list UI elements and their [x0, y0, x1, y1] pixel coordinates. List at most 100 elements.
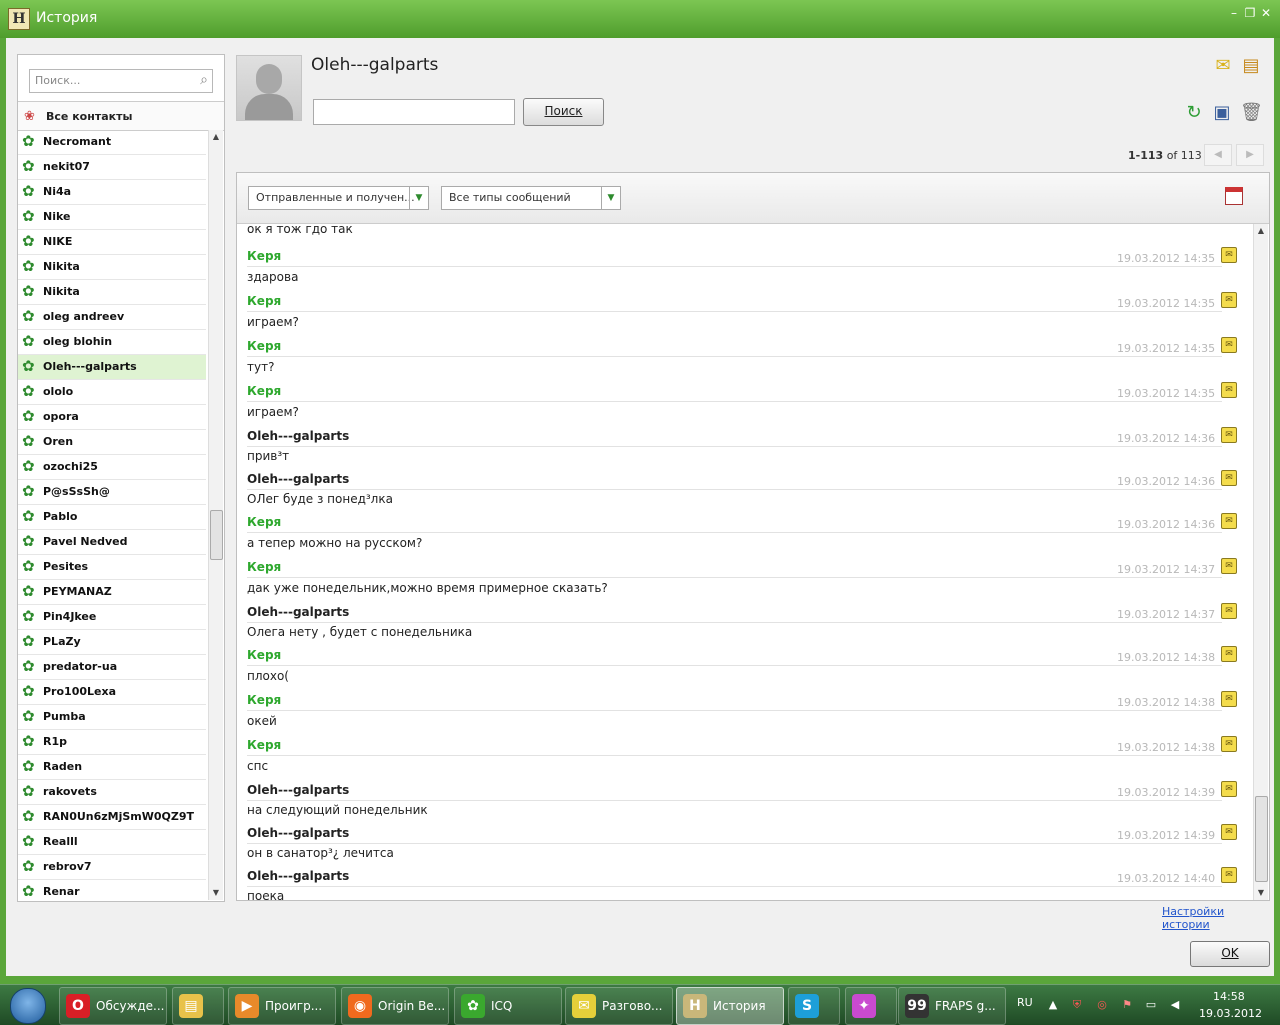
taskbar-item[interactable]: ✉ Разгово... — [565, 987, 673, 1025]
scroll-down-icon[interactable]: ▼ — [1254, 886, 1268, 900]
icq-status-icon: ✿ — [22, 882, 35, 900]
start-button[interactable] — [2, 985, 52, 1025]
contact-item[interactable]: ✿ opora — [18, 405, 206, 430]
contact-item[interactable]: ✿ Pavel Nedved — [18, 530, 206, 555]
prev-page-icon[interactable]: ◀ — [1204, 144, 1232, 166]
contact-card-icon[interactable]: ✉ — [1212, 56, 1234, 76]
contact-item[interactable]: ✿ Renar — [18, 880, 206, 900]
search-button[interactable]: Поиск — [523, 98, 604, 126]
next-page-icon[interactable]: ▶ — [1236, 144, 1264, 166]
contact-item[interactable]: ✿ Nike — [18, 205, 206, 230]
contact-item[interactable]: ✿ predator-ua — [18, 655, 206, 680]
volume-icon[interactable]: ◀ — [1168, 998, 1182, 1012]
contact-name: Necromant — [43, 135, 112, 148]
contact-item[interactable]: ✿ ozochi25 — [18, 455, 206, 480]
chevron-down-icon[interactable]: ▼ — [409, 187, 428, 209]
scroll-up-icon[interactable]: ▲ — [1254, 224, 1268, 238]
taskbar-item[interactable]: S — [788, 987, 840, 1025]
contact-item[interactable]: ✿ Oleh---galparts — [18, 355, 206, 380]
contact-item[interactable]: ✿ PLaZy — [18, 630, 206, 655]
contact-item[interactable]: ✿ RAN0Un6zMjSmW0QZ9T — [18, 805, 206, 830]
search-icon[interactable]: ⌕ — [200, 72, 208, 88]
message-author: Керя — [247, 648, 282, 662]
taskbar-item[interactable]: ◉ Origin Be... — [341, 987, 449, 1025]
type-filter-select[interactable]: Все типы сообщений ▼ — [441, 186, 621, 210]
contact-item[interactable]: ✿ Pumba — [18, 705, 206, 730]
contact-item[interactable]: ✿ Necromant — [18, 130, 206, 155]
contact-item[interactable]: ✿ R1p — [18, 730, 206, 755]
contact-name: nekit07 — [43, 160, 90, 173]
scroll-down-icon[interactable]: ▼ — [209, 886, 223, 900]
contact-item[interactable]: ✿ oleg andreev — [18, 305, 206, 330]
icq-status-icon: ✿ — [22, 857, 35, 875]
messages-scrollbar[interactable]: ▲ ▼ — [1253, 224, 1268, 900]
scroll-thumb[interactable] — [1255, 796, 1268, 882]
contact-item[interactable]: ✿ Pablo — [18, 505, 206, 530]
contact-item[interactable]: ✿ Nikita — [18, 280, 206, 305]
contact-item[interactable]: ✿ rakovets — [18, 780, 206, 805]
opera-tray-icon[interactable]: ◎ — [1095, 998, 1109, 1012]
message-type-icon: ✉ — [1221, 781, 1237, 797]
network-status-icon[interactable]: ⚑ — [1120, 998, 1134, 1012]
message-author: Oleh---galparts — [247, 429, 350, 443]
calendar-icon[interactable] — [1225, 187, 1243, 205]
message-type-icon: ✉ — [1221, 646, 1237, 662]
contact-name: Pin4Jkee — [43, 610, 97, 623]
taskbar-item[interactable]: ✦ — [845, 987, 897, 1025]
all-contacts-label: Все контакты — [46, 110, 133, 123]
contact-item[interactable]: ✿ Raden — [18, 755, 206, 780]
taskbar-item[interactable]: H История — [676, 987, 784, 1025]
contact-item[interactable]: ✿ Nikita — [18, 255, 206, 280]
taskbar-item[interactable]: ▶ Проигр... — [228, 987, 336, 1025]
taskbar-item[interactable]: O Обсужде... — [59, 987, 167, 1025]
contact-item[interactable]: ✿ Pin4Jkee — [18, 605, 206, 630]
security-icon[interactable]: ⛨ — [1070, 998, 1084, 1012]
refresh-icon[interactable]: ↻ — [1183, 103, 1205, 123]
contact-item[interactable]: ✿ P@sSsSh@ — [18, 480, 206, 505]
contact-item[interactable]: ✿ oleg blohin — [18, 330, 206, 355]
contact-name: rakovets — [43, 785, 97, 798]
taskbar-item[interactable]: ▤ — [172, 987, 224, 1025]
clock-date[interactable]: 19.03.2012 — [1199, 1007, 1262, 1020]
contact-item[interactable]: ✿ rebrov7 — [18, 855, 206, 880]
history-search-input[interactable] — [313, 99, 515, 125]
contact-name: Pablo — [43, 510, 78, 523]
monitor-icon[interactable]: ▭ — [1144, 998, 1158, 1012]
scroll-up-icon[interactable]: ▲ — [209, 130, 223, 144]
contact-item[interactable]: ✿ NIKE — [18, 230, 206, 255]
profile-card-icon[interactable]: ▤ — [1240, 56, 1262, 76]
taskbar-item-label: Разгово... — [602, 999, 663, 1013]
message-type-icon: ✉ — [1221, 736, 1237, 752]
contacts-scrollbar[interactable]: ▲ ▼ — [208, 130, 223, 900]
contact-search-input[interactable]: Поиск... ⌕ — [29, 69, 213, 93]
direction-filter-select[interactable]: Отправленные и получен... ▼ — [248, 186, 429, 210]
contact-item[interactable]: ✿ Ni4a — [18, 180, 206, 205]
taskbar-item[interactable]: ✿ ICQ — [454, 987, 562, 1025]
taskbar-item[interactable]: 99 FRAPS g... — [898, 987, 1006, 1025]
minimize-icon[interactable]: – — [1226, 5, 1242, 21]
tray-expand-icon[interactable]: ▲ — [1046, 998, 1060, 1012]
save-icon[interactable]: ▣ — [1211, 103, 1233, 123]
ok-button[interactable]: OK — [1190, 941, 1270, 967]
taskbar-item-label: FRAPS g... — [935, 999, 996, 1013]
contact-item[interactable]: ✿ Pesites — [18, 555, 206, 580]
app-logo-icon: H — [8, 8, 30, 30]
language-indicator[interactable]: RU — [1017, 996, 1033, 1009]
clock-time[interactable]: 14:58 — [1213, 990, 1245, 1003]
maximize-icon[interactable]: ❐ — [1242, 5, 1258, 21]
close-icon[interactable]: ✕ — [1258, 5, 1274, 21]
contact-item[interactable]: ✿ Realll — [18, 830, 206, 855]
all-contacts-item[interactable]: ❀ Все контакты — [18, 101, 224, 131]
contact-item[interactable]: ✿ ololo — [18, 380, 206, 405]
contact-item[interactable]: ✿ Oren — [18, 430, 206, 455]
chevron-down-icon[interactable]: ▼ — [601, 187, 620, 209]
history-settings-link[interactable]: Настройки истории — [1162, 905, 1274, 931]
icq-status-icon: ✿ — [22, 607, 35, 625]
message-author: Oleh---galparts — [247, 472, 350, 486]
trash-icon[interactable]: 🗑 — [1240, 103, 1263, 123]
contact-item[interactable]: ✿ nekit07 — [18, 155, 206, 180]
contact-item[interactable]: ✿ Pro100Lexa — [18, 680, 206, 705]
icq-status-icon: ✿ — [22, 482, 35, 500]
contact-item[interactable]: ✿ PEYMANAZ — [18, 580, 206, 605]
scroll-thumb[interactable] — [210, 510, 223, 560]
